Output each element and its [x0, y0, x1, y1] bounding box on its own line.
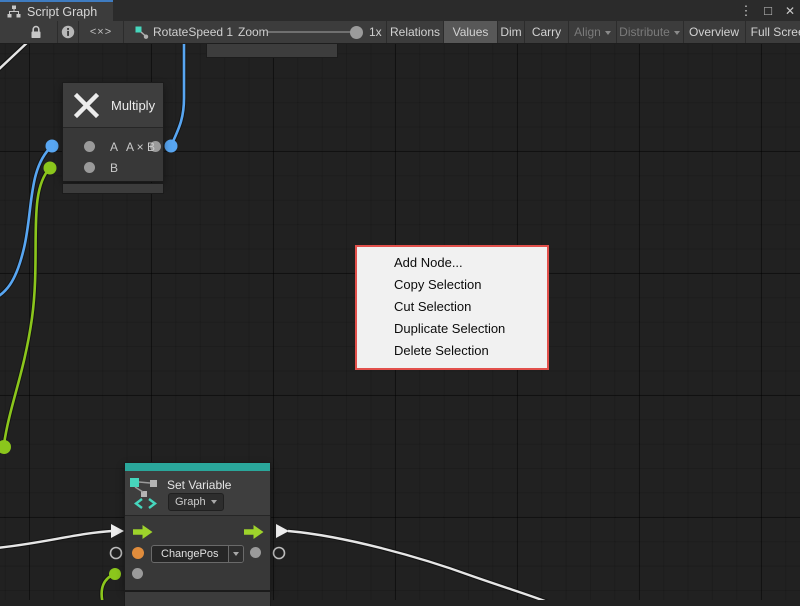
inspect-button[interactable]: [58, 21, 78, 43]
zoom-slider-track[interactable]: [268, 31, 360, 33]
set-variable-body: ChangePos: [125, 515, 270, 590]
tab-bar: Script Graph ⋮ □ ✕: [0, 0, 800, 21]
toolbar-button-values[interactable]: Values: [444, 21, 497, 43]
set-variable-footer: [125, 592, 270, 606]
variable-name-field[interactable]: ChangePos: [151, 545, 244, 563]
align-label: Align: [574, 25, 601, 39]
menu-item-copy-selection[interactable]: Copy Selection: [357, 274, 547, 296]
toolbar-button-align[interactable]: Align: [570, 21, 615, 43]
set-variable-input-port[interactable]: [132, 547, 144, 559]
window-menu-button[interactable]: ⋮: [738, 0, 754, 21]
context-menu: Add Node... Copy Selection Cut Selection…: [355, 245, 549, 370]
window-close-button[interactable]: ✕: [781, 0, 799, 21]
multiply-icon: [73, 92, 100, 119]
preview-code-button[interactable]: <×>: [79, 21, 123, 43]
multiply-port-a-label: A: [110, 141, 118, 153]
multiply-port-result-label: A × B: [126, 141, 155, 153]
variable-name-dropdown[interactable]: [228, 546, 243, 562]
caret-down-icon: [211, 500, 217, 504]
set-variable-teal-strip: [125, 463, 270, 471]
menu-item-delete-selection[interactable]: Delete Selection: [357, 340, 547, 362]
toolbar-button-fullscreen[interactable]: Full Screen: [746, 21, 800, 43]
multiply-port-a[interactable]: [84, 141, 95, 152]
lock-graph-button[interactable]: [24, 21, 48, 43]
toolbar-button-distribute[interactable]: Distribute: [617, 21, 682, 43]
multiply-title: Multiply: [111, 98, 155, 113]
toolbar-button-carry[interactable]: Carry: [525, 21, 568, 43]
zoom-label: Zoom: [238, 21, 269, 43]
multiply-port-b[interactable]: [84, 162, 95, 173]
variable-scope-dropdown[interactable]: Graph: [168, 493, 224, 511]
window-maximize-button[interactable]: □: [759, 0, 777, 21]
tab-title: Script Graph: [27, 5, 97, 19]
graph-icon: [7, 5, 21, 18]
multiply-port-b-label: B: [110, 162, 118, 174]
toolbar-button-overview[interactable]: Overview: [684, 21, 744, 43]
set-variable-icon: [128, 474, 166, 512]
toolbar-button-relations[interactable]: Relations: [387, 21, 443, 43]
menu-item-add-node[interactable]: Add Node...: [357, 252, 547, 274]
caret-down-icon: [605, 31, 611, 35]
close-icon: ✕: [785, 4, 795, 18]
node-set-variable[interactable]: Set Variable Graph ChangePos: [125, 463, 270, 590]
tab-script-graph[interactable]: Script Graph: [0, 0, 113, 21]
menu-item-cut-selection[interactable]: Cut Selection: [357, 296, 547, 318]
set-variable-title: Set Variable: [167, 478, 231, 492]
set-variable-output-port[interactable]: [250, 547, 261, 558]
zoom-slider-thumb[interactable]: [350, 26, 363, 39]
set-variable-extra-port[interactable]: [132, 568, 143, 579]
menu-item-duplicate-selection[interactable]: Duplicate Selection: [357, 318, 547, 340]
multiply-footer: [63, 184, 163, 193]
code-brackets-icon: <×>: [90, 26, 112, 38]
set-variable-header[interactable]: Set Variable Graph: [125, 471, 270, 515]
distribute-label: Distribute: [619, 25, 670, 39]
info-icon: [61, 25, 75, 39]
multiply-header[interactable]: Multiply: [63, 83, 163, 127]
control-out-arrow-icon[interactable]: [244, 525, 264, 539]
control-in-arrow-icon[interactable]: [133, 525, 153, 539]
graph-toolbar: <×> RotateSpeed 1 Zoom 1x Relations Valu…: [0, 21, 800, 44]
graph-reference-breadcrumb[interactable]: RotateSpeed 1: [153, 21, 233, 43]
toolbar-button-dim[interactable]: Dim: [498, 21, 524, 43]
maximize-icon: □: [764, 3, 772, 18]
graph-reference-icon: [134, 21, 149, 43]
lock-icon: [30, 25, 42, 39]
caret-down-icon: [233, 552, 239, 556]
variable-scope-label: Graph: [175, 495, 206, 509]
kebab-menu-icon: ⋮: [740, 3, 753, 19]
caret-down-icon: [674, 31, 680, 35]
zoom-value: 1x: [369, 21, 382, 43]
variable-name-value: ChangePos: [152, 546, 228, 562]
